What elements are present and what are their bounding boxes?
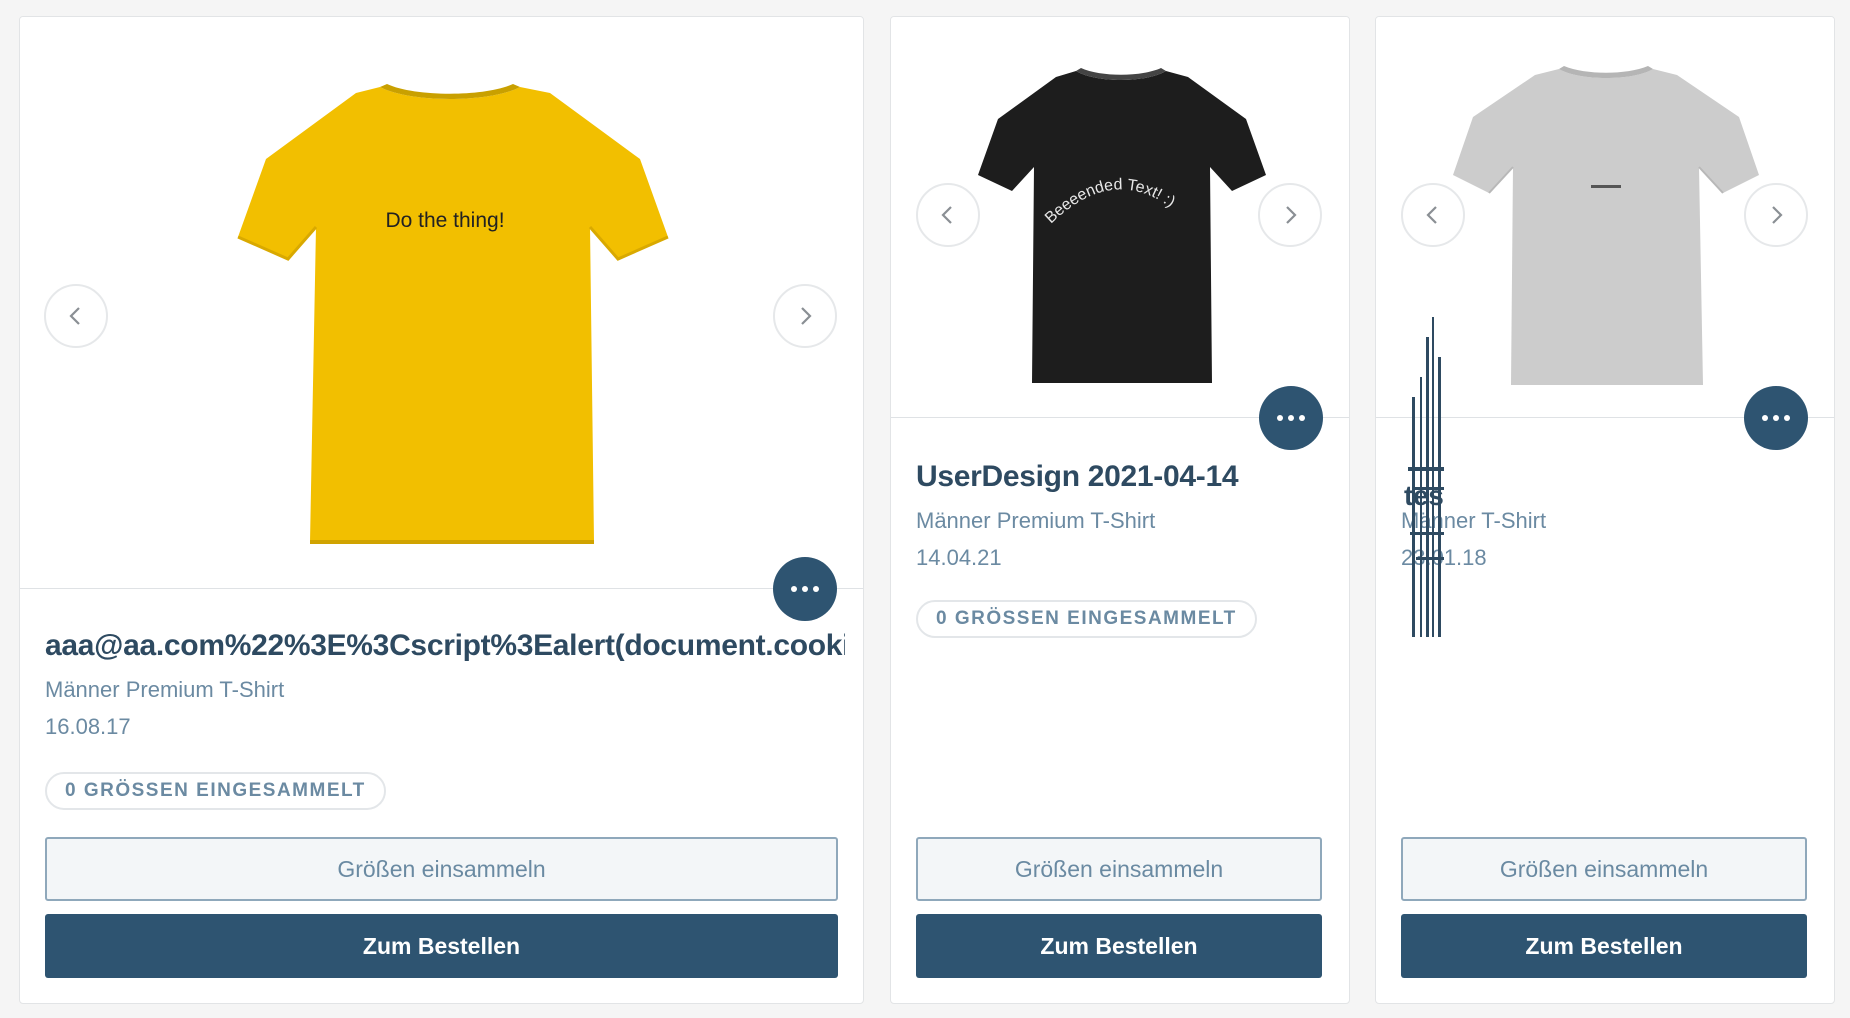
chevron-right-icon — [801, 307, 812, 325]
design-date: 16.08.17 — [45, 714, 131, 739]
collect-sizes-button[interactable]: Größen einsammeln — [916, 837, 1322, 901]
prev-image-button[interactable] — [1401, 183, 1465, 247]
sizes-collected-badge: 0 GRÖSSEN EINGESAMMELT — [916, 600, 1257, 638]
tshirt-image: Do the thing! — [237, 84, 669, 544]
prev-image-button[interactable] — [916, 183, 980, 247]
tshirt-image — [1453, 66, 1759, 385]
design-title: aaa@aa.com%22%3E%3Cscript%3Ealert(docume… — [45, 629, 845, 662]
chevron-left-icon — [941, 206, 952, 224]
product-type: Männer Premium T-Shirt — [916, 508, 1156, 533]
chevron-right-icon — [1772, 206, 1783, 224]
next-image-button[interactable] — [1744, 183, 1808, 247]
more-options-button[interactable] — [1744, 386, 1808, 450]
tshirt-image: Beeeended Text! :) — [978, 68, 1266, 383]
design-date: 14.04.21 — [916, 545, 1002, 570]
design-card: Do the thing! aaa@aa.com%22%3E%3Cscript%… — [19, 16, 864, 1004]
next-image-button[interactable] — [773, 284, 837, 348]
more-icon — [1762, 415, 1790, 421]
design-title: UserDesign 2021-04-14 — [916, 460, 1239, 493]
glitch-overlay — [1408, 317, 1444, 637]
more-options-button[interactable] — [1259, 386, 1323, 450]
order-button[interactable]: Zum Bestellen — [916, 914, 1322, 978]
product-type: Männer Premium T-Shirt — [45, 677, 285, 702]
chevron-left-icon — [69, 307, 80, 325]
design-card: tes Männer T-Shirt 23.01.18 Größen einsa… — [1375, 16, 1835, 1004]
more-icon — [791, 586, 819, 592]
order-button[interactable]: Zum Bestellen — [1401, 914, 1807, 978]
more-options-button[interactable] — [773, 557, 837, 621]
more-icon — [1277, 415, 1305, 421]
design-card: Beeeended Text! :) UserDesign 2021-04-14… — [890, 16, 1350, 1004]
next-image-button[interactable] — [1258, 183, 1322, 247]
prev-image-button[interactable] — [44, 284, 108, 348]
chevron-left-icon — [1426, 206, 1437, 224]
chevron-right-icon — [1286, 206, 1297, 224]
shirt-print-text: Do the thing! — [385, 209, 504, 232]
collect-sizes-button[interactable]: Größen einsammeln — [45, 837, 838, 901]
collect-sizes-button[interactable]: Größen einsammeln — [1401, 837, 1807, 901]
product-image-area: Beeeended Text! :) — [891, 17, 1349, 418]
sizes-collected-badge: 0 GRÖSSEN EINGESAMMELT — [45, 772, 386, 810]
product-image-area: Do the thing! — [20, 17, 863, 589]
order-button[interactable]: Zum Bestellen — [45, 914, 838, 978]
